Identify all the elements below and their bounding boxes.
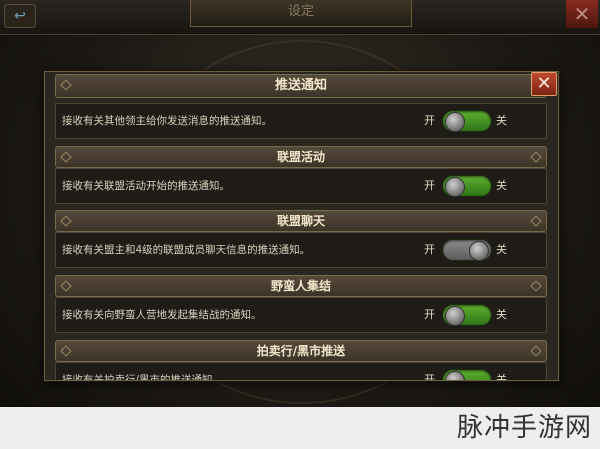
setting-row-auction-market: 接收有关拍卖行/黑市的推送通知。 开 关 [55,362,547,381]
watermark-text: 脉冲手游网 [456,413,592,443]
on-label: 开 [424,114,435,127]
on-label: 开 [424,373,435,381]
section-header-alliance-chat: 联盟聊天 [55,210,547,232]
barbarian-rally-toggle[interactable] [442,304,492,326]
setting-row-alliance-chat: 接收有关盟主和4级的联盟成员聊天信息的推送通知。 开 关 [55,232,547,268]
on-label: 开 [424,243,435,256]
alliance-chat-toggle[interactable] [442,239,492,261]
back-arrow-icon: ↩ [14,8,26,24]
on-label: 开 [424,179,435,192]
back-button[interactable]: ↩ [4,4,36,28]
watermark-band: 脉冲手游网 [0,407,600,449]
setting-row-barbarian-rally: 接收有关向野蛮人营地发起集结战的通知。 开 关 [55,297,547,333]
section-header-barbarian-rally: 野蛮人集结 [55,275,547,297]
setting-description: 接收有关拍卖行/黑市的推送通知。 [62,374,224,381]
auction-market-toggle[interactable] [442,369,492,380]
off-label: 关 [496,179,507,192]
toggle-knob [445,306,465,326]
off-label: 关 [496,243,507,256]
push-notification-dialog: 推送通知 接收有关其他领主给你发送消息的推送通知。 开 关 联盟活动 接收有关联… [44,71,559,381]
setting-row-messages: 接收有关其他领主给你发送消息的推送通知。 开 关 [55,103,547,139]
alliance-activity-toggle[interactable] [442,175,492,197]
toggle-knob [469,241,489,261]
toggle-knob [445,112,465,132]
background-close-button[interactable]: ✕ [566,0,598,28]
setting-description: 接收有关联盟活动开始的推送通知。 [62,180,230,192]
setting-description: 接收有关盟主和4级的联盟成员聊天信息的推送通知。 [62,244,311,256]
setting-row-alliance-activity: 接收有关联盟活动开始的推送通知。 开 关 [55,168,547,204]
dialog-close-button[interactable]: ✕ [531,72,557,96]
off-label: 关 [496,308,507,321]
toggle-knob [445,371,465,380]
background-screen-title: 设定 [190,0,412,27]
section-header-auction-market: 拍卖行/黑市推送 [55,340,547,362]
dialog-title: 推送通知 [55,74,547,98]
setting-description: 接收有关向野蛮人营地发起集结战的通知。 [62,309,262,321]
setting-description: 接收有关其他领主给你发送消息的推送通知。 [62,115,272,127]
on-label: 开 [424,308,435,321]
off-label: 关 [496,373,507,381]
section-header-alliance-activity: 联盟活动 [55,146,547,168]
off-label: 关 [496,114,507,127]
toggle-knob [445,177,465,197]
messages-toggle[interactable] [442,110,492,132]
